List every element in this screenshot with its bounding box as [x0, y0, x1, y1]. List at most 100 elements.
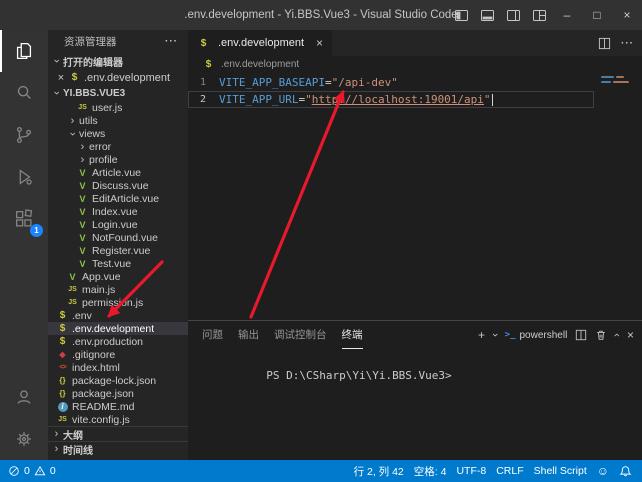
vue-file-icon: V — [76, 258, 89, 270]
tree-item-main.js[interactable]: JSmain.js — [48, 283, 188, 296]
tree-item-.env.production[interactable]: $.env.production — [48, 335, 188, 348]
extensions-badge: 1 — [30, 224, 43, 237]
file-name: .env — [72, 310, 92, 322]
close-panel-icon[interactable]: × — [627, 329, 634, 341]
tree-item-NotFound.vue[interactable]: VNotFound.vue — [48, 231, 188, 244]
run-debug-button[interactable] — [0, 156, 48, 198]
toggle-secondary-sidebar-icon[interactable] — [500, 0, 526, 30]
more-actions-icon[interactable]: ··· — [165, 36, 178, 47]
minimize-button[interactable]: – — [552, 0, 582, 30]
tab-close-icon[interactable]: × — [316, 36, 323, 50]
new-terminal-button[interactable]: + — [478, 329, 485, 341]
code-token: = — [325, 74, 332, 91]
split-terminal-icon[interactable] — [575, 329, 587, 341]
tree-item-Discuss.vue[interactable]: VDiscuss.vue — [48, 179, 188, 192]
tab-env-development[interactable]: $ .env.development × — [188, 30, 332, 56]
tree-item-vite.config.js[interactable]: JSvite.config.js — [48, 413, 188, 426]
customize-layout-icon[interactable] — [526, 0, 552, 30]
tree-item-profile[interactable]: ›profile — [48, 153, 188, 166]
panel-tab-1[interactable]: 输出 — [238, 321, 259, 349]
source-control-button[interactable] — [0, 114, 48, 156]
tree-item-Article.vue[interactable]: VArticle.vue — [48, 166, 188, 179]
tree-item-Test.vue[interactable]: VTest.vue — [48, 257, 188, 270]
tree-item-user.js[interactable]: JSuser.js — [48, 101, 188, 114]
notifications-bell-icon[interactable] — [619, 465, 632, 478]
editor-more-actions-icon[interactable]: ··· — [621, 38, 634, 49]
terminal-prompt: PS D:\CSharp\Yi\Yi.BBS.Vue3> — [266, 369, 451, 382]
chevron-right-icon: › — [76, 141, 89, 153]
tree-item-Register.vue[interactable]: VRegister.vue — [48, 244, 188, 257]
timeline-header[interactable]: › 时间线 — [48, 441, 188, 456]
minimap[interactable] — [598, 72, 642, 320]
sidebar-title: 资源管理器 — [64, 34, 117, 49]
terminal-content[interactable]: PS D:\CSharp\Yi\Yi.BBS.Vue3> — [188, 349, 642, 460]
toggle-panel-icon[interactable] — [474, 0, 500, 30]
tree-item-permission.js[interactable]: JSpermission.js — [48, 296, 188, 309]
vue-file-icon: V — [76, 245, 89, 257]
problems-status[interactable]: 0 0 — [8, 465, 56, 477]
status-item-0[interactable]: 行 2, 列 42 — [354, 464, 404, 479]
extensions-button[interactable]: 1 — [0, 198, 48, 240]
tree-item-views[interactable]: ›views — [48, 127, 188, 140]
tree-item-index.html[interactable]: <>index.html — [48, 361, 188, 374]
code-line-2[interactable]: 2VITE_APP_URL="http://localhost:19001/ap… — [188, 91, 594, 108]
file-name: views — [79, 128, 105, 140]
tree-item-utils[interactable]: ›utils — [48, 114, 188, 127]
file-name: index.html — [72, 362, 120, 374]
line-number: 1 — [189, 74, 219, 91]
explorer-button[interactable] — [0, 30, 48, 72]
sidebar-header: 资源管理器 ··· — [48, 30, 188, 52]
panel-tab-0[interactable]: 问题 — [202, 321, 223, 349]
terminal-profile-dropdown-icon[interactable]: › — [489, 333, 501, 337]
status-item-3[interactable]: CRLF — [496, 465, 523, 477]
env-file-icon: $ — [68, 72, 81, 84]
account-button[interactable] — [0, 376, 48, 418]
close-icon[interactable]: × — [55, 72, 67, 84]
minimap-key-mark — [601, 76, 614, 78]
outline-header[interactable]: › 大纲 — [48, 426, 188, 441]
panel-tab-3[interactable]: 终端 — [342, 321, 363, 349]
tree-item-App.vue[interactable]: VApp.vue — [48, 270, 188, 283]
explorer-sidebar: 资源管理器 ··· › 打开的编辑器 × $ .env.development … — [48, 30, 188, 460]
toggle-sidebar-icon[interactable] — [448, 0, 474, 30]
tree-item-Login.vue[interactable]: VLogin.vue — [48, 218, 188, 231]
tree-item-.gitignore[interactable]: ◆.gitignore — [48, 348, 188, 361]
search-button[interactable] — [0, 72, 48, 114]
code-line-1[interactable]: 1VITE_APP_BASEAPI="/api-dev" — [188, 74, 594, 91]
tree-item-.env[interactable]: $.env — [48, 309, 188, 322]
file-name: package-lock.json — [72, 375, 156, 387]
tree-item-package.json[interactable]: {}package.json — [48, 387, 188, 400]
source-control-icon — [13, 124, 35, 146]
settings-button[interactable] — [0, 418, 48, 460]
open-editor-item[interactable]: × $ .env.development — [48, 70, 188, 85]
tree-item-package-lock.json[interactable]: {}package-lock.json — [48, 374, 188, 387]
tree-item-Index.vue[interactable]: VIndex.vue — [48, 205, 188, 218]
file-name: permission.js — [82, 297, 143, 309]
code-token: http://localhost:19001/api — [312, 91, 484, 108]
code-editor[interactable]: 1VITE_APP_BASEAPI="/api-dev"2VITE_APP_UR… — [188, 72, 642, 320]
chevron-right-icon: › — [50, 428, 63, 440]
project-root-header[interactable]: › YI.BBS.VUE3 — [48, 85, 188, 101]
status-item-1[interactable]: 空格: 4 — [414, 464, 447, 479]
activity-bar: 1 — [0, 30, 48, 460]
tree-item-EditArticle.vue[interactable]: VEditArticle.vue — [48, 192, 188, 205]
close-button[interactable]: × — [612, 0, 642, 30]
panel-tab-2[interactable]: 调试控制台 — [274, 321, 327, 349]
status-item-2[interactable]: UTF-8 — [456, 465, 486, 477]
maximize-button[interactable]: □ — [582, 0, 612, 30]
status-item-4[interactable]: Shell Script — [534, 465, 587, 477]
tree-item-.env.development[interactable]: $.env.development — [48, 322, 188, 335]
warnings-count: 0 — [50, 465, 56, 477]
project-root-label: YI.BBS.VUE3 — [63, 88, 125, 99]
kill-terminal-icon[interactable] — [595, 329, 607, 341]
tree-item-README.md[interactable]: iREADME.md — [48, 400, 188, 413]
minimap-line-1 — [601, 76, 639, 78]
file-name: NotFound.vue — [92, 232, 158, 244]
open-editors-header[interactable]: › 打开的编辑器 — [48, 52, 188, 70]
maximize-panel-icon[interactable]: › — [611, 333, 623, 337]
terminal-instance-item[interactable]: >_ powershell — [505, 330, 568, 341]
feedback-icon[interactable]: ☺ — [597, 464, 609, 478]
tree-item-error[interactable]: ›error — [48, 140, 188, 153]
split-editor-icon[interactable] — [598, 37, 611, 50]
breadcrumb[interactable]: $ .env.development — [188, 56, 642, 72]
